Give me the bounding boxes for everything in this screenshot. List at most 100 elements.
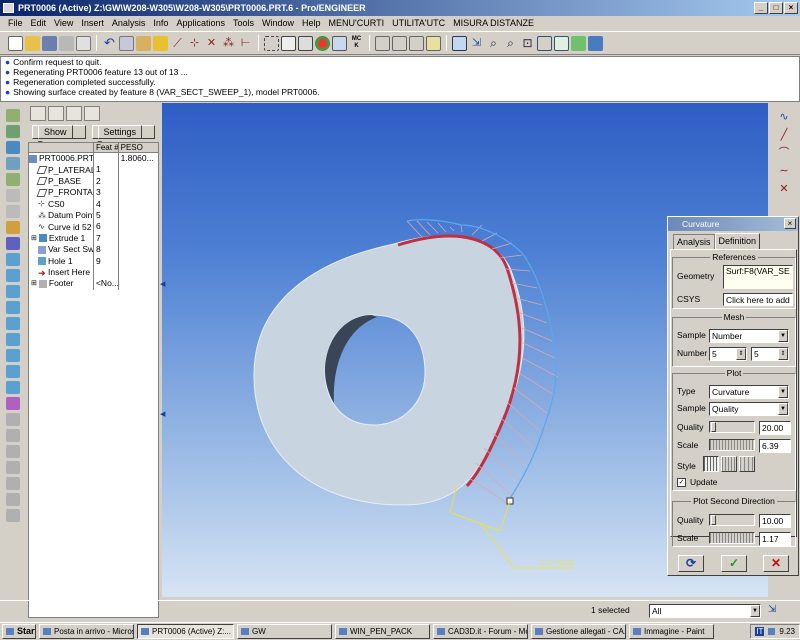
collapse-right-arrow[interactable]: ◀ <box>160 410 165 418</box>
mck-icon[interactable]: MC K <box>349 36 364 51</box>
slider-thumb[interactable] <box>711 422 716 432</box>
expand-icon[interactable]: ⊞ <box>31 278 37 289</box>
datum-axis-icon[interactable]: ✕ <box>204 36 219 51</box>
hidden-line-icon[interactable] <box>554 35 569 51</box>
menu-window[interactable]: Window <box>258 16 298 31</box>
zoom-in-icon[interactable]: ⌕ <box>486 36 501 51</box>
csys-icon[interactable]: ⊢ <box>238 36 253 51</box>
scale-input[interactable]: 6.39 <box>759 439 791 453</box>
mesh-sample-dropdown[interactable]: Number ▼ <box>709 329 789 343</box>
type-dropdown[interactable]: Curvature ▼ <box>709 385 789 399</box>
menu-view[interactable]: View <box>50 16 77 31</box>
chevron-down-icon[interactable]: ▼ <box>778 386 788 398</box>
model-tree-icon[interactable] <box>588 35 603 51</box>
cancel-button[interactable]: ✕ <box>763 555 789 572</box>
menu-help[interactable]: Help <box>298 16 325 31</box>
show-button[interactable]: Show ▾ <box>32 125 86 148</box>
selection-filter-dropdown[interactable]: All ▼ <box>649 604 761 618</box>
tab-analysis[interactable]: Analysis <box>673 234 715 249</box>
task-gw-folder[interactable]: GW <box>237 624 332 639</box>
task-forum[interactable]: CAD3D.it - Forum - Mo... <box>433 624 528 639</box>
part-disk[interactable] <box>253 235 525 506</box>
new-file-icon[interactable] <box>8 35 23 51</box>
style-comb-icon[interactable] <box>703 456 719 472</box>
tree-row[interactable]: P_FRONTAL 3 <box>29 187 158 199</box>
window-select-icon[interactable] <box>264 35 279 51</box>
repeat-button[interactable]: ⟳ <box>678 555 704 572</box>
merge-icon[interactable] <box>6 445 20 458</box>
dialog-close-button[interactable]: × <box>784 218 796 229</box>
style-outline-icon[interactable] <box>739 456 755 472</box>
column-feat[interactable]: Feat # <box>94 143 119 152</box>
hole-icon[interactable] <box>6 317 20 330</box>
datum-curve-icon[interactable] <box>6 141 20 154</box>
undo-icon[interactable]: ↶ <box>102 35 117 51</box>
wireframe-icon[interactable] <box>537 35 552 51</box>
chevron-down-icon[interactable]: ▼ <box>778 403 788 415</box>
arc-icon[interactable]: ⌒ <box>777 147 791 159</box>
regenerate-icon[interactable] <box>153 35 168 51</box>
menu-curti[interactable]: MENU'CURTI <box>325 16 389 31</box>
scale2-input[interactable]: 1.17 <box>759 532 791 546</box>
tree-row[interactable]: P_BASE 2 <box>29 175 158 188</box>
tree-row[interactable]: ∿ Curve id 52 6 <box>29 221 158 233</box>
shell-icon[interactable] <box>6 333 20 346</box>
datum-axis-tool-icon[interactable] <box>6 125 20 138</box>
point-icon[interactable]: ✕ <box>777 183 791 195</box>
shade-icon[interactable] <box>426 35 441 51</box>
quality2-input[interactable]: 10.00 <box>759 514 791 528</box>
menu-misura-distanze[interactable]: MISURA DISTANZE <box>449 16 538 31</box>
tree-row[interactable]: ⊞ Extrude 17 <box>29 232 158 245</box>
task-proengineer[interactable]: PRT0006 (Active) Z:... <box>137 624 234 639</box>
ok-button[interactable]: ✓ <box>721 555 747 572</box>
rib-icon[interactable] <box>6 349 20 362</box>
orient-icon[interactable]: ⇲ <box>469 36 484 51</box>
connections-tab[interactable] <box>84 106 100 121</box>
color-icon[interactable] <box>315 35 330 51</box>
menu-analysis[interactable]: Analysis <box>108 16 150 31</box>
layers-icon[interactable] <box>571 35 586 51</box>
task-outlook[interactable]: Posta in arrivo - Micros... <box>39 624 134 639</box>
email-icon[interactable] <box>76 35 91 51</box>
tab-definition[interactable]: Definition <box>714 233 761 249</box>
print-icon[interactable] <box>59 35 74 51</box>
collapse-left-arrow[interactable]: ◀ <box>160 280 165 288</box>
csys-collector[interactable]: Click here to add <box>723 293 793 306</box>
quality-slider[interactable] <box>709 421 755 433</box>
datum-point-icon[interactable]: ⁂ <box>221 36 236 51</box>
chevron-down-icon[interactable]: ▼ <box>750 605 760 617</box>
extrude-icon[interactable] <box>6 253 20 266</box>
mirror-icon[interactable] <box>6 429 20 442</box>
fit-icon[interactable]: ⊡ <box>520 36 535 51</box>
menu-edit[interactable]: Edit <box>27 16 51 31</box>
save-icon[interactable] <box>42 35 57 51</box>
curve-through-points-icon[interactable]: ∿ <box>777 111 791 123</box>
close-window-icon[interactable] <box>298 35 313 51</box>
dimension-label[interactable]: 1.17 ×10.0 <box>540 560 573 567</box>
tree-row[interactable]: Var Sect Sw 8 <box>29 244 158 256</box>
model-tree-tab[interactable] <box>30 106 46 121</box>
tree-row[interactable]: ⁂ Datum Point 5 <box>29 209 158 222</box>
menu-info[interactable]: Info <box>149 16 172 31</box>
sketch-icon[interactable]: ⟋ <box>170 36 185 51</box>
quality2-slider[interactable] <box>709 514 755 526</box>
tree-row[interactable]: PRT0006.PRT 1.8060... <box>29 153 158 165</box>
round-icon[interactable] <box>6 381 20 394</box>
copy-icon[interactable] <box>119 35 134 51</box>
scale-slider[interactable] <box>709 439 755 451</box>
pattern-icon[interactable] <box>6 461 20 474</box>
tree-row[interactable]: ⊞ Footer <No... <box>29 278 158 290</box>
menu-utilita-utc[interactable]: UTILITA'UTC <box>388 16 449 31</box>
filter-icon[interactable]: ⇲ <box>768 604 778 616</box>
geometry-collector[interactable]: Surf:F8(VAR_SE <box>723 265 793 289</box>
task-paint[interactable]: Immagine - Paint <box>629 624 714 639</box>
menu-applications[interactable]: Applications <box>172 16 229 31</box>
style-tool-icon[interactable] <box>6 237 20 250</box>
folder-browser-tab[interactable] <box>48 106 64 121</box>
spinner-icon[interactable]: ⇕ <box>778 348 788 360</box>
revolve-icon[interactable] <box>6 269 20 282</box>
favorites-tab[interactable] <box>66 106 82 121</box>
minimize-button[interactable]: _ <box>754 2 768 14</box>
zoom-window-icon[interactable] <box>392 35 407 51</box>
line-icon[interactable]: ╱ <box>777 129 791 141</box>
